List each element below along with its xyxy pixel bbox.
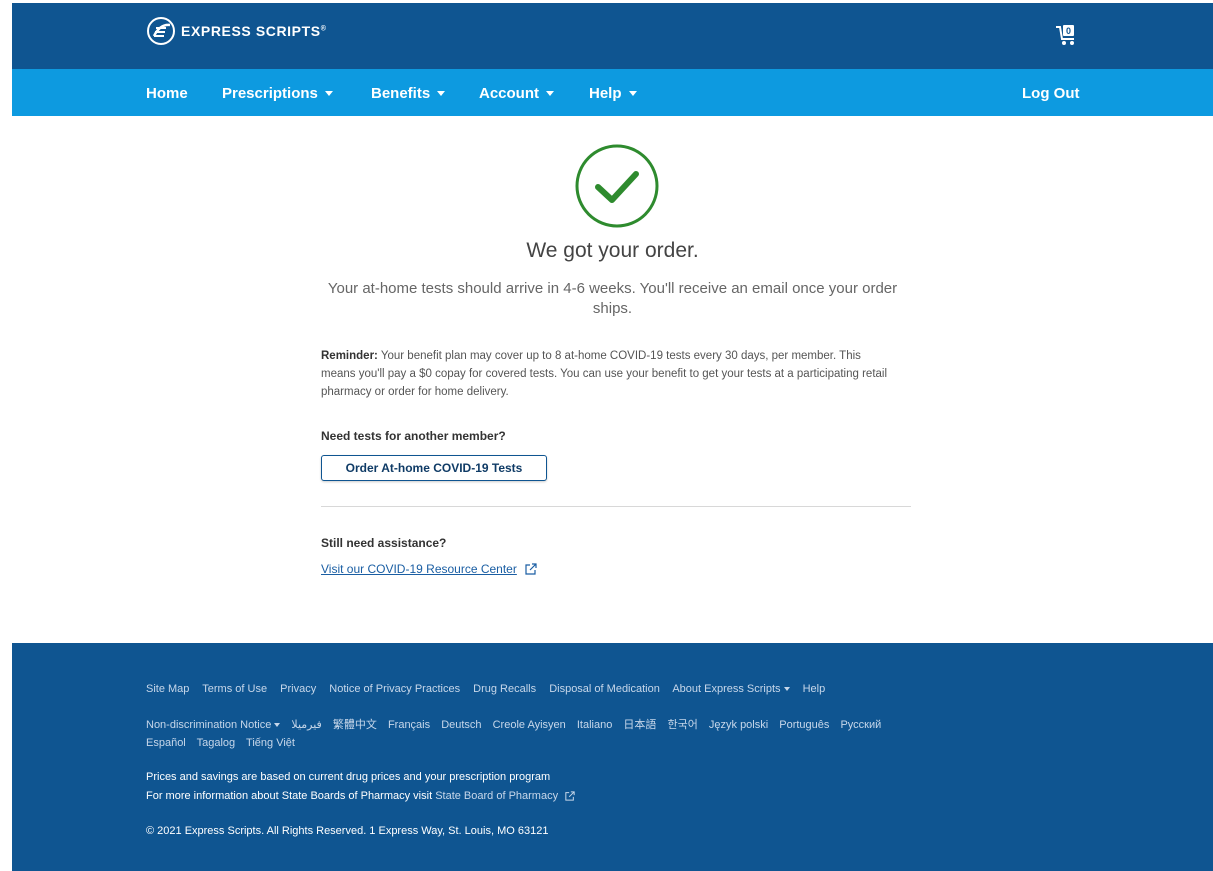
footer-link-privacy[interactable]: Privacy	[280, 683, 316, 695]
shopping-cart-icon[interactable]: 0	[1055, 23, 1079, 47]
checkmark-circle-icon	[575, 144, 659, 228]
chevron-down-icon	[274, 723, 281, 728]
order-tests-button[interactable]: Order At-home COVID-19 Tests	[321, 455, 547, 481]
footer-link-disposal[interactable]: Disposal of Medication	[549, 683, 660, 695]
order-confirmation: We got your order. Your at-home tests sh…	[12, 116, 1213, 643]
brand-name: EXPRESS SCRIPTS®	[181, 23, 327, 39]
footer-link-site-map[interactable]: Site Map	[146, 683, 189, 695]
state-boards-note: For more information about State Boards …	[146, 790, 575, 802]
footer-link-privacy-practices[interactable]: Notice of Privacy Practices	[329, 683, 460, 695]
chevron-down-icon	[437, 90, 446, 96]
lang-link[interactable]: Tagalog	[197, 737, 236, 749]
confirmation-subtext: Your at-home tests should arrive in 4-6 …	[327, 280, 898, 317]
main-nav: Home Prescriptions Benefits Account Help…	[12, 69, 1213, 116]
logout-link[interactable]: Log Out	[1022, 85, 1079, 102]
nav-help[interactable]: Help	[589, 85, 637, 102]
nav-account[interactable]: Account	[479, 85, 554, 102]
lang-link[interactable]: Tiếng Việt	[246, 737, 295, 749]
chevron-down-icon	[546, 90, 554, 96]
footer-link-about[interactable]: About Express Scripts	[672, 683, 790, 695]
chevron-down-icon	[628, 90, 637, 96]
registered-mark: ®	[320, 25, 327, 33]
external-link-icon	[565, 791, 575, 801]
footer-link-terms[interactable]: Terms of Use	[202, 683, 267, 695]
lang-link[interactable]: Język polski	[709, 719, 768, 731]
lang-link[interactable]: فيرميلا	[291, 719, 321, 731]
express-scripts-logo[interactable]: EXPRESS SCRIPTS®	[146, 16, 326, 46]
lang-link[interactable]: Creole Ayisyen	[493, 719, 566, 731]
lang-link[interactable]: Italiano	[577, 719, 612, 731]
prices-note: Prices and savings are based on current …	[146, 771, 551, 783]
reminder-label: Reminder:	[321, 350, 378, 362]
footer-link-drug-recalls[interactable]: Drug Recalls	[473, 683, 536, 695]
chevron-down-icon	[783, 687, 790, 692]
lang-link[interactable]: Français	[388, 719, 430, 731]
footer-link-nondiscrimination[interactable]: Non-discrimination Notice	[146, 719, 281, 731]
need-tests-heading: Need tests for another member?	[321, 429, 506, 443]
reminder-text: Your benefit plan may cover up to 8 at-h…	[321, 350, 888, 398]
footer-link-help[interactable]: Help	[803, 683, 826, 695]
lang-link[interactable]: Português	[779, 719, 829, 731]
nav-home[interactable]: Home	[146, 85, 188, 102]
benefit-reminder: Reminder: Your benefit plan may cover up…	[321, 347, 896, 401]
footer-languages-row2: Español Tagalog Tiếng Việt	[146, 737, 303, 749]
nav-prescriptions[interactable]: Prescriptions	[222, 85, 333, 102]
logo-emblem-icon	[147, 17, 175, 45]
page-frame: EXPRESS SCRIPTS® 0 Home Prescriptions Be…	[12, 3, 1213, 871]
top-header: EXPRESS SCRIPTS® 0	[12, 3, 1213, 69]
lang-link[interactable]: Español	[146, 737, 186, 749]
lang-link[interactable]: 한국어	[667, 719, 697, 731]
lang-link[interactable]: 繁體中文	[333, 719, 377, 731]
assistance-heading: Still need assistance?	[321, 536, 447, 550]
external-link-icon	[525, 563, 537, 575]
cart-count: 0	[1066, 26, 1071, 36]
lang-link[interactable]: Deutsch	[441, 719, 481, 731]
footer-links: Site Map Terms of Use Privacy Notice of …	[146, 683, 835, 695]
state-board-link[interactable]: State Board of Pharmacy	[435, 790, 558, 802]
section-divider	[321, 506, 911, 507]
footer-languages: Non-discrimination Notice فيرميلا 繁體中文 F…	[146, 716, 889, 732]
covid-resource-link[interactable]: Visit our COVID-19 Resource Center	[321, 562, 537, 576]
lang-link[interactable]: Русский	[840, 719, 881, 731]
site-footer: Site Map Terms of Use Privacy Notice of …	[12, 643, 1213, 871]
chevron-down-icon	[324, 90, 333, 96]
nav-benefits[interactable]: Benefits	[371, 85, 446, 102]
copyright: © 2021 Express Scripts. All Rights Reser…	[146, 825, 549, 837]
confirmation-headline: We got your order.	[526, 239, 699, 262]
lang-link[interactable]: 日本語	[623, 719, 656, 731]
